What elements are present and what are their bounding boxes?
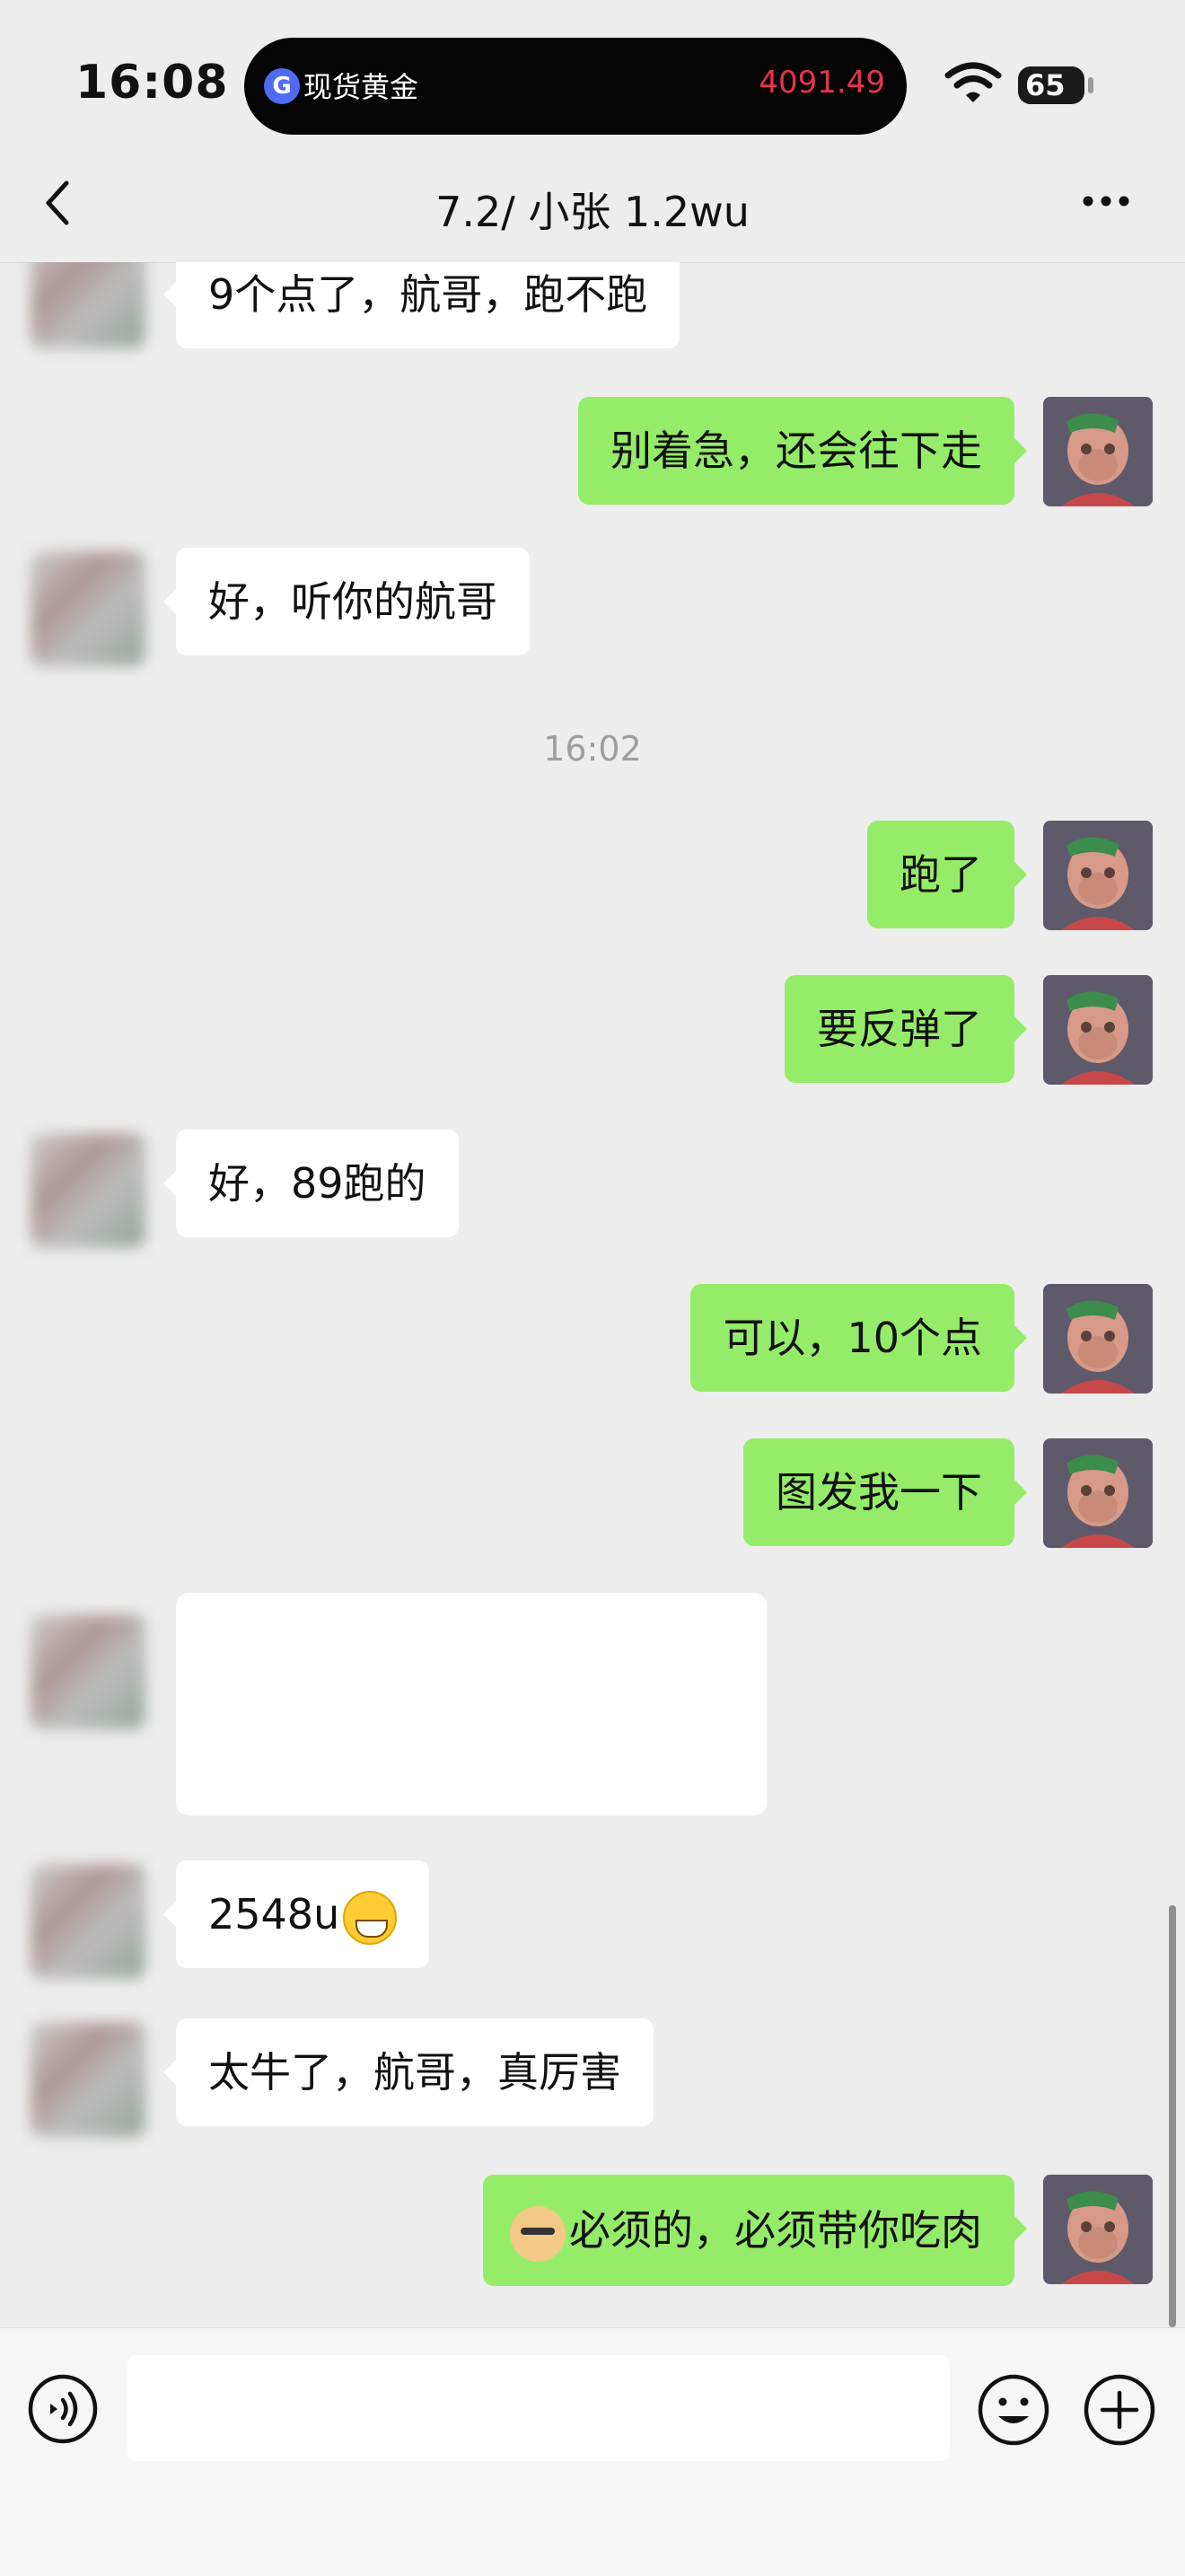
chat-timestamp: 16:02 [543, 729, 642, 769]
contact-avatar[interactable] [31, 1614, 145, 1729]
message-bubble-incoming[interactable]: 2548u [162, 1860, 430, 1968]
user-avatar[interactable] [1043, 2175, 1153, 2284]
contact-avatar[interactable] [31, 551, 145, 666]
voice-icon[interactable] [27, 2373, 99, 2445]
message-text: 必须的，必须带你吃肉 [569, 2206, 982, 2255]
plus-icon[interactable] [1083, 2373, 1156, 2447]
battery-icon: 65 [1018, 66, 1084, 104]
chat-title: 7.2/ 小张 1.2wu [435, 188, 750, 236]
message-bubble-outgoing[interactable]: 要反弹了 [785, 975, 1027, 1083]
contact-avatar[interactable] [31, 2022, 145, 2137]
input-bar [0, 2327, 1185, 2576]
ape-avatar-icon [1043, 821, 1153, 930]
ape-avatar-icon [1043, 975, 1153, 1085]
message-bubble-outgoing[interactable]: 必须的，必须带你吃肉 [483, 2175, 1027, 2286]
message-input[interactable] [127, 2355, 950, 2461]
grin-emoji-icon [343, 1890, 398, 1945]
dynamic-island[interactable]: G 现货黄金 4091.49 [244, 38, 907, 135]
message-bubble-outgoing[interactable]: 别着急，还会往下走 [578, 397, 1027, 505]
message-bubble-incoming[interactable]: 好，89跑的 [163, 1130, 459, 1237]
contact-avatar[interactable] [31, 1133, 145, 1248]
user-avatar[interactable] [1043, 1438, 1153, 1548]
contact-avatar[interactable] [31, 1864, 145, 1979]
user-avatar[interactable] [1043, 821, 1153, 930]
message-text: 2548u [208, 1890, 340, 1939]
ape-avatar-icon [1043, 1284, 1153, 1394]
doge-emoji-icon [510, 2205, 566, 2262]
scrollbar[interactable] [1169, 1905, 1176, 2327]
ape-avatar-icon [1043, 397, 1153, 506]
user-avatar[interactable] [1043, 397, 1153, 506]
gold-app-icon: G [264, 68, 300, 104]
status-bar: 16:08 G 现货黄金 4091.49 65 [0, 0, 1185, 144]
message-bubble-outgoing[interactable]: 可以，10个点 [690, 1284, 1027, 1392]
wifi-icon [944, 62, 1002, 102]
island-label: 现货黄金 [303, 70, 419, 104]
more-icon[interactable] [1081, 194, 1131, 208]
battery-tip [1088, 77, 1093, 93]
message-bubble-incoming[interactable]: 太牛了，航哥，真厉害 [163, 2018, 654, 2126]
ape-avatar-icon [1043, 2175, 1153, 2284]
chat-header: 7.2/ 小张 1.2wu [0, 144, 1185, 263]
emoji-icon[interactable] [977, 2373, 1050, 2447]
message-bubble-incoming[interactable]: 9个点了，航哥，跑不跑 [162, 262, 680, 348]
user-avatar[interactable] [1043, 1284, 1153, 1394]
message-bubble-incoming[interactable]: 好，听你的航哥 [163, 548, 530, 655]
island-price: 4091.49 [759, 65, 885, 101]
message-bubble-outgoing[interactable]: 跑了 [867, 821, 1027, 928]
contact-avatar[interactable] [31, 262, 145, 348]
image-message[interactable] [176, 1593, 767, 1816]
ape-avatar-icon [1043, 1438, 1153, 1548]
message-list[interactable]: 9个点了，航哥，跑不跑 别着急，还会往下走 好，听你的航哥 16:02 跑了 要… [0, 262, 1185, 2327]
user-avatar[interactable] [1043, 975, 1153, 1085]
message-bubble-outgoing[interactable]: 图发我一下 [743, 1438, 1027, 1546]
status-time: 16:08 [75, 56, 229, 110]
